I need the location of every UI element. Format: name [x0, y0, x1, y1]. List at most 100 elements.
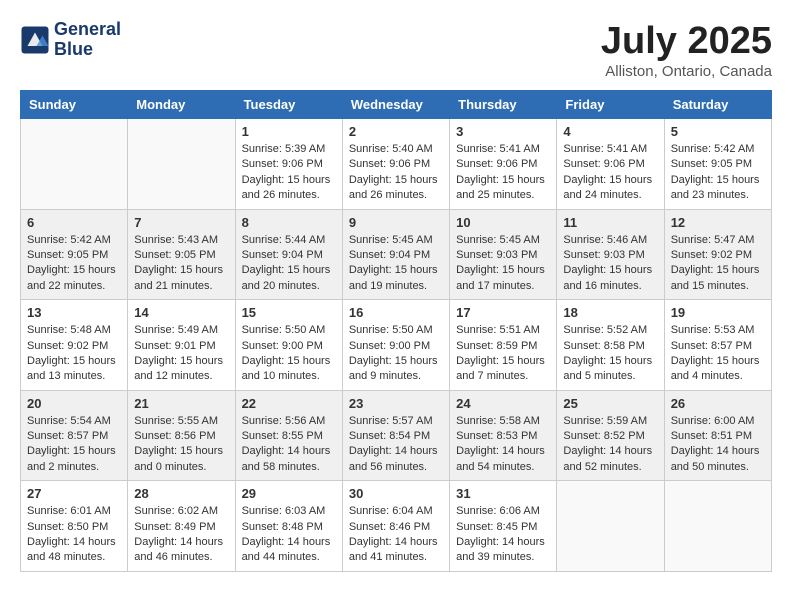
logo: General Blue — [20, 20, 121, 60]
day-number: 8 — [242, 215, 336, 230]
day-number: 6 — [27, 215, 121, 230]
calendar-cell — [21, 119, 128, 210]
day-number: 3 — [456, 124, 550, 139]
calendar-cell: 5 Sunrise: 5:42 AM Sunset: 9:05 PM Daylig… — [664, 119, 771, 210]
day-info: Sunrise: 5:54 AM Sunset: 8:57 PM Dayligh… — [27, 414, 121, 476]
day-info: Sunrise: 5:40 AM Sunset: 9:06 PM Dayligh… — [349, 142, 443, 204]
day-number: 9 — [349, 215, 443, 230]
calendar-cell: 24Sunrise: 5:58 AM Sunset: 8:53 PM Dayli… — [450, 390, 557, 481]
calendar-cell: 29Sunrise: 6:03 AM Sunset: 8:48 PM Dayli… — [235, 481, 342, 572]
calendar-cell: 12Sunrise: 5:47 AM Sunset: 9:02 PM Dayli… — [664, 209, 771, 300]
day-info: Sunrise: 5:43 AM Sunset: 9:05 PM Dayligh… — [134, 233, 228, 295]
day-info: Sunrise: 5:50 AM Sunset: 9:00 PM Dayligh… — [349, 323, 443, 385]
day-number: 10 — [456, 215, 550, 230]
day-info: Sunrise: 6:01 AM Sunset: 8:50 PM Dayligh… — [27, 504, 121, 566]
day-info: Sunrise: 6:00 AM Sunset: 8:51 PM Dayligh… — [671, 414, 765, 476]
title-block: July 2025 Alliston, Ontario, Canada — [601, 20, 772, 80]
day-number: 23 — [349, 396, 443, 411]
day-info: Sunrise: 5:42 AM Sunset: 9:05 PM Dayligh… — [671, 142, 765, 204]
day-info: Sunrise: 5:42 AM Sunset: 9:05 PM Dayligh… — [27, 233, 121, 295]
day-number: 4 — [563, 124, 657, 139]
calendar-cell: 31 Sunrise: 6:06 AM Sunset: 8:45 PM Dayli… — [450, 481, 557, 572]
month-title: July 2025 — [601, 20, 772, 63]
day-number: 5 — [671, 124, 765, 139]
calendar-cell: 15Sunrise: 5:50 AM Sunset: 9:00 PM Dayli… — [235, 300, 342, 391]
calendar-cell: 16 Sunrise: 5:50 AM Sunset: 9:00 PM Dayli… — [342, 300, 449, 391]
day-info: Sunrise: 5:50 AM Sunset: 9:00 PM Dayligh… — [242, 323, 336, 385]
day-info: Sunrise: 5:48 AM Sunset: 9:02 PM Dayligh… — [27, 323, 121, 385]
calendar-cell: 3 Sunrise: 5:41 AM Sunset: 9:06 PM Daylig… — [450, 119, 557, 210]
day-info: Sunrise: 5:55 AM Sunset: 8:56 PM Dayligh… — [134, 414, 228, 476]
calendar-cell: 19 Sunrise: 5:53 AM Sunset: 8:57 PM Dayli… — [664, 300, 771, 391]
day-info: Sunrise: 6:06 AM Sunset: 8:45 PM Dayligh… — [456, 504, 550, 566]
calendar-cell: 1 Sunrise: 5:39 AM Sunset: 9:06 PM Daylig… — [235, 119, 342, 210]
calendar-week-row: 27 Sunrise: 6:01 AM Sunset: 8:50 PM Dayli… — [21, 481, 772, 572]
day-number: 29 — [242, 486, 336, 501]
calendar-cell: 9Sunrise: 5:45 AM Sunset: 9:04 PM Daylig… — [342, 209, 449, 300]
day-number: 7 — [134, 215, 228, 230]
day-number: 2 — [349, 124, 443, 139]
calendar-cell: 30 Sunrise: 6:04 AM Sunset: 8:46 PM Dayli… — [342, 481, 449, 572]
calendar-cell: 20 Sunrise: 5:54 AM Sunset: 8:57 PM Dayli… — [21, 390, 128, 481]
day-info: Sunrise: 5:45 AM Sunset: 9:03 PM Dayligh… — [456, 233, 550, 295]
day-number: 19 — [671, 305, 765, 320]
calendar-week-row: 13 Sunrise: 5:48 AM Sunset: 9:02 PM Dayli… — [21, 300, 772, 391]
calendar-week-row: 20 Sunrise: 5:54 AM Sunset: 8:57 PM Dayli… — [21, 390, 772, 481]
day-number: 26 — [671, 396, 765, 411]
day-info: Sunrise: 5:47 AM Sunset: 9:02 PM Dayligh… — [671, 233, 765, 295]
logo-icon — [20, 25, 50, 55]
calendar-cell: 6 Sunrise: 5:42 AM Sunset: 9:05 PM Daylig… — [21, 209, 128, 300]
day-number: 24 — [456, 396, 550, 411]
header-wednesday: Wednesday — [342, 91, 449, 119]
day-info: Sunrise: 5:41 AM Sunset: 9:06 PM Dayligh… — [563, 142, 657, 204]
day-info: Sunrise: 5:51 AM Sunset: 8:59 PM Dayligh… — [456, 323, 550, 385]
calendar-week-row: 1 Sunrise: 5:39 AM Sunset: 9:06 PM Daylig… — [21, 119, 772, 210]
day-info: Sunrise: 5:39 AM Sunset: 9:06 PM Dayligh… — [242, 142, 336, 204]
day-number: 1 — [242, 124, 336, 139]
header-thursday: Thursday — [450, 91, 557, 119]
day-number: 27 — [27, 486, 121, 501]
calendar-cell: 25 Sunrise: 5:59 AM Sunset: 8:52 PM Dayli… — [557, 390, 664, 481]
calendar-week-row: 6 Sunrise: 5:42 AM Sunset: 9:05 PM Daylig… — [21, 209, 772, 300]
day-info: Sunrise: 5:59 AM Sunset: 8:52 PM Dayligh… — [563, 414, 657, 476]
day-number: 28 — [134, 486, 228, 501]
header-sunday: Sunday — [21, 91, 128, 119]
calendar: SundayMondayTuesdayWednesdayThursdayFrid… — [20, 90, 772, 572]
day-info: Sunrise: 5:53 AM Sunset: 8:57 PM Dayligh… — [671, 323, 765, 385]
day-number: 16 — [349, 305, 443, 320]
calendar-cell — [557, 481, 664, 572]
calendar-cell: 7 Sunrise: 5:43 AM Sunset: 9:05 PM Daylig… — [128, 209, 235, 300]
location: Alliston, Ontario, Canada — [601, 63, 772, 80]
day-info: Sunrise: 6:04 AM Sunset: 8:46 PM Dayligh… — [349, 504, 443, 566]
day-number: 25 — [563, 396, 657, 411]
day-number: 17 — [456, 305, 550, 320]
calendar-cell: 4 Sunrise: 5:41 AM Sunset: 9:06 PM Daylig… — [557, 119, 664, 210]
day-number: 21 — [134, 396, 228, 411]
header-monday: Monday — [128, 91, 235, 119]
logo-text: General Blue — [54, 20, 121, 60]
calendar-cell: 22 Sunrise: 5:56 AM Sunset: 8:55 PM Dayli… — [235, 390, 342, 481]
calendar-cell: 27 Sunrise: 6:01 AM Sunset: 8:50 PM Dayli… — [21, 481, 128, 572]
calendar-cell: 17 Sunrise: 5:51 AM Sunset: 8:59 PM Dayli… — [450, 300, 557, 391]
day-info: Sunrise: 5:41 AM Sunset: 9:06 PM Dayligh… — [456, 142, 550, 204]
day-info: Sunrise: 5:56 AM Sunset: 8:55 PM Dayligh… — [242, 414, 336, 476]
calendar-cell: 14 Sunrise: 5:49 AM Sunset: 9:01 PM Dayli… — [128, 300, 235, 391]
page-header: General Blue July 2025 Alliston, Ontario… — [20, 20, 772, 80]
day-info: Sunrise: 5:49 AM Sunset: 9:01 PM Dayligh… — [134, 323, 228, 385]
calendar-cell: 18Sunrise: 5:52 AM Sunset: 8:58 PM Dayli… — [557, 300, 664, 391]
calendar-cell: 28 Sunrise: 6:02 AM Sunset: 8:49 PM Dayli… — [128, 481, 235, 572]
day-number: 30 — [349, 486, 443, 501]
day-info: Sunrise: 5:46 AM Sunset: 9:03 PM Dayligh… — [563, 233, 657, 295]
calendar-header-row: SundayMondayTuesdayWednesdayThursdayFrid… — [21, 91, 772, 119]
day-number: 22 — [242, 396, 336, 411]
calendar-cell — [128, 119, 235, 210]
calendar-cell: 26 Sunrise: 6:00 AM Sunset: 8:51 PM Dayli… — [664, 390, 771, 481]
day-number: 20 — [27, 396, 121, 411]
calendar-cell: 13 Sunrise: 5:48 AM Sunset: 9:02 PM Dayli… — [21, 300, 128, 391]
header-friday: Friday — [557, 91, 664, 119]
day-number: 14 — [134, 305, 228, 320]
day-number: 13 — [27, 305, 121, 320]
day-number: 31 — [456, 486, 550, 501]
calendar-cell: 10 Sunrise: 5:45 AM Sunset: 9:03 PM Dayli… — [450, 209, 557, 300]
day-info: Sunrise: 6:02 AM Sunset: 8:49 PM Dayligh… — [134, 504, 228, 566]
